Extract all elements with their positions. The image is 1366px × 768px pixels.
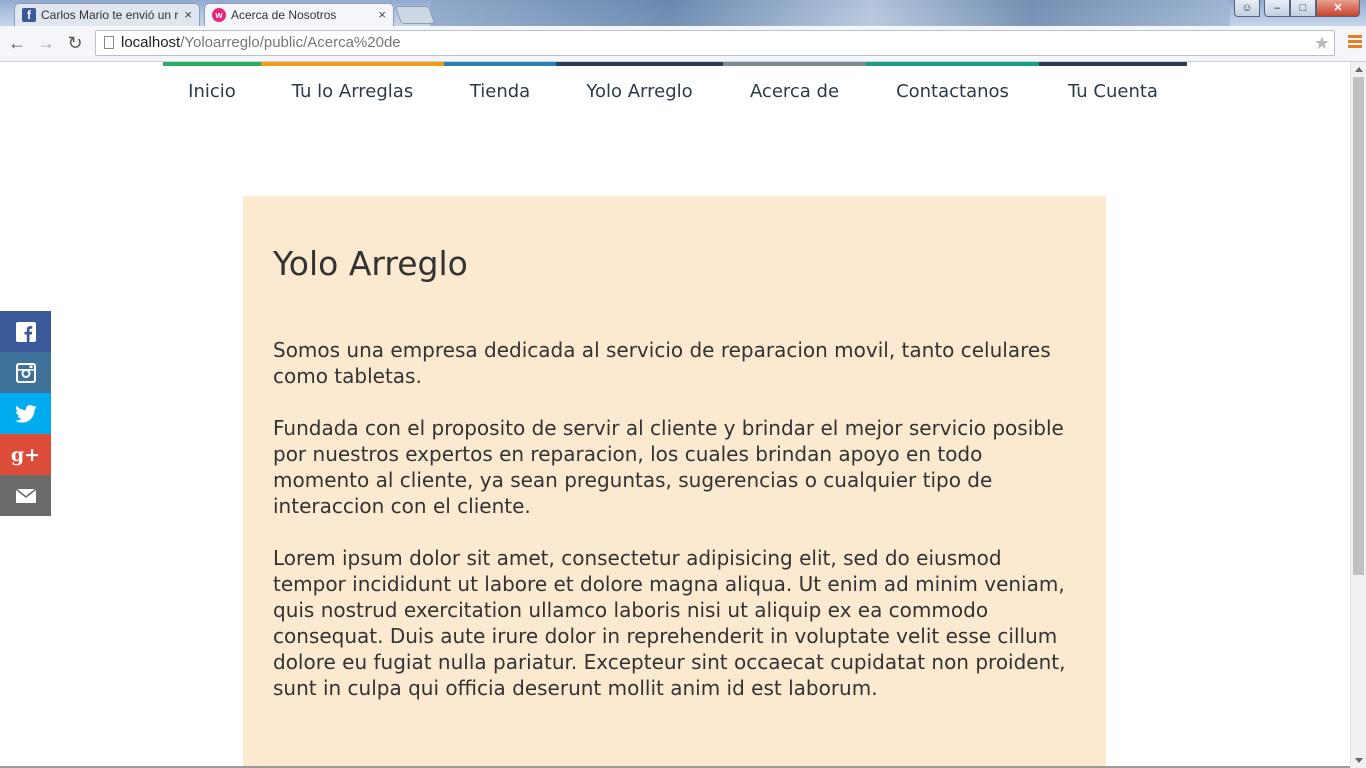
nav-item-label: Tu lo Arreglas (291, 81, 414, 102)
url-text[interactable]: localhost/Yoloarreglo/public/Acerca%20de (121, 31, 401, 55)
back-arrow-icon[interactable]: ← (6, 32, 28, 54)
nav-item-tu-cuenta[interactable]: Tu Cuenta (1039, 62, 1187, 122)
tab-title: Acerca de Nosotros (231, 8, 337, 22)
nav-item-label: Yolo Arreglo (586, 81, 693, 102)
tab-facebook[interactable]: f Carlos Mario te envió un r × (14, 3, 200, 26)
page-icon (104, 36, 114, 49)
nav-item-acerca-de[interactable]: Acerca de (723, 62, 866, 122)
facebook-share-button[interactable] (0, 311, 51, 352)
reload-icon[interactable]: ↻ (64, 32, 86, 54)
site-favicon-icon: w (212, 8, 226, 22)
nav-item-tienda[interactable]: Tienda (444, 62, 556, 122)
about-paragraph-3: Lorem ipsum dolor sit amet, consectetur … (273, 546, 1066, 700)
nav-item-label: Tu Cuenta (1068, 81, 1158, 102)
nav-item-inicio[interactable]: Inicio (163, 62, 261, 122)
scroll-up-arrow-icon[interactable] (1355, 67, 1363, 72)
google-plus-share-button[interactable]: g+ (0, 434, 51, 475)
about-paragraph-2: Fundada con el proposito de servir al cl… (273, 416, 1064, 518)
main-navigation: Inicio Tu lo Arreglas Tienda Yolo Arregl… (163, 62, 1187, 122)
maximize-button[interactable]: □ (1290, 0, 1316, 17)
close-tab-icon[interactable]: × (378, 4, 386, 26)
nav-item-label: Acerca de (749, 81, 840, 102)
mail-icon (15, 488, 36, 503)
window-controls: ☺ – □ ✕ (1234, 0, 1360, 18)
scroll-down-arrow-icon[interactable] (1355, 758, 1363, 763)
instagram-share-button[interactable] (0, 352, 51, 393)
email-share-button[interactable] (0, 475, 51, 516)
close-tab-icon[interactable]: × (184, 4, 192, 26)
nav-item-yolo-arreglo[interactable]: Yolo Arreglo (556, 62, 723, 122)
nav-item-contactanos[interactable]: Contactanos (866, 62, 1039, 122)
browser-toolbar: ← → ↻ localhost/Yoloarreglo/public/Acerc… (0, 26, 1366, 62)
social-share-bar: g+ (0, 311, 51, 516)
nav-item-tu-lo-arreglas[interactable]: Tu lo Arreglas (261, 62, 444, 122)
facebook-favicon-icon: f (22, 8, 36, 22)
forward-arrow-icon[interactable]: → (35, 32, 57, 54)
new-tab-button[interactable] (394, 6, 436, 24)
minimize-button[interactable]: – (1264, 0, 1290, 17)
instagram-icon (15, 362, 36, 383)
nav-item-label: Inicio (188, 81, 236, 102)
twitter-share-button[interactable] (0, 393, 51, 434)
twitter-icon (14, 404, 37, 423)
window-background (430, 0, 1230, 26)
nav-item-label: Tienda (469, 81, 531, 102)
page-viewport: Inicio Tu lo Arreglas Tienda Yolo Arregl… (0, 62, 1350, 768)
google-plus-icon: g+ (10, 443, 41, 466)
tab-title: Carlos Mario te envió un r (41, 8, 179, 22)
browser-titlebar: f Carlos Mario te envió un r × w Acerca … (0, 0, 1366, 26)
menu-icon[interactable] (1348, 35, 1362, 50)
scrollbar-thumb[interactable] (1353, 77, 1364, 575)
about-paragraph-1: Somos una empresa dedicada al servicio d… (273, 338, 1051, 388)
about-card: Yolo Arreglo Somos una empresa dedicada … (243, 196, 1106, 768)
facebook-icon (15, 321, 36, 342)
nav-item-label: Contactanos (896, 81, 1009, 102)
bookmark-star-icon[interactable]: ★ (1314, 31, 1330, 55)
page-scrollbar[interactable] (1350, 62, 1366, 768)
tab-acerca[interactable]: w Acerca de Nosotros × (204, 3, 394, 26)
page-title: Yolo Arreglo (273, 244, 468, 283)
close-window-button[interactable]: ✕ (1316, 0, 1360, 17)
user-icon[interactable]: ☺ (1234, 0, 1260, 17)
address-bar[interactable]: localhost/Yoloarreglo/public/Acerca%20de… (95, 30, 1335, 56)
